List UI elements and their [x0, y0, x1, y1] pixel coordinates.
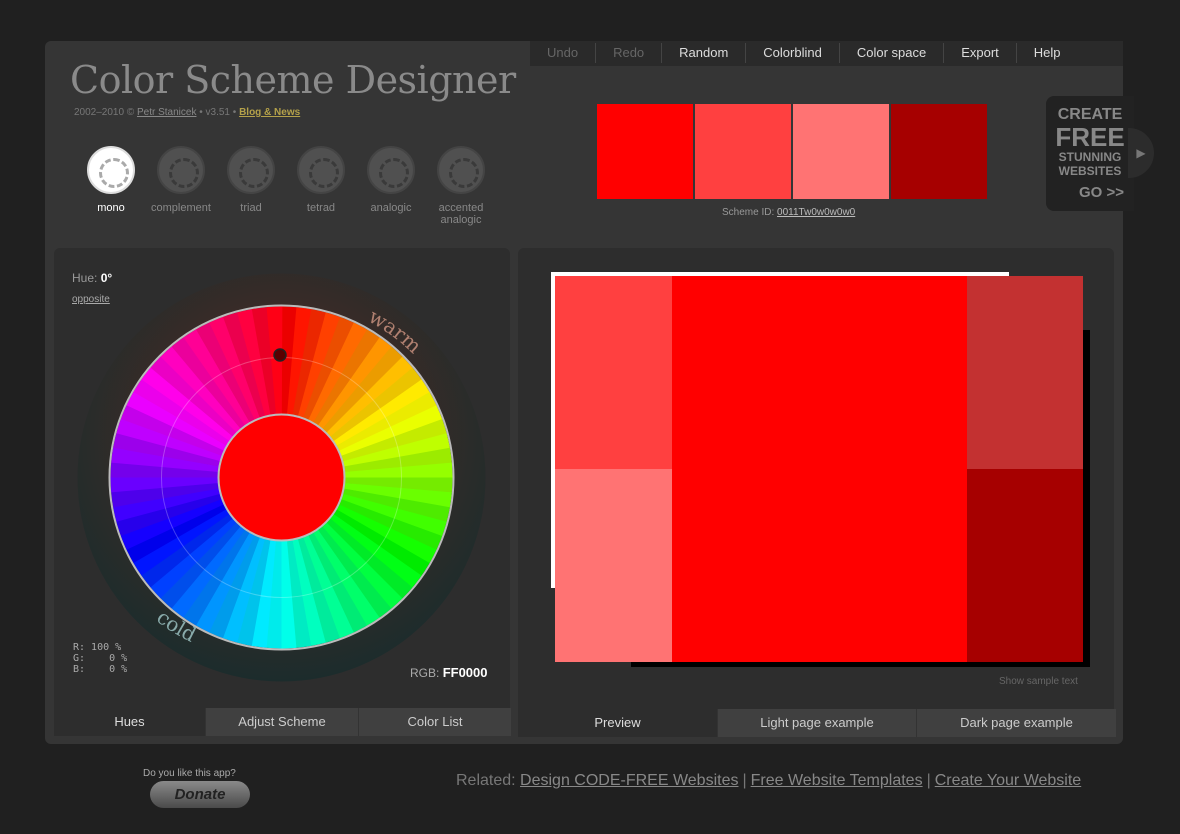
version: • v3.51 •: [199, 107, 237, 118]
preview-primary-block: [672, 276, 967, 662]
scheme-label: triad: [240, 202, 262, 214]
mono-icon: [87, 146, 135, 194]
analogic-icon: [367, 146, 415, 194]
selected-hue-disc: [217, 413, 346, 542]
related-link-design[interactable]: Design CODE-FREE Websites: [520, 772, 738, 789]
ad-go: GO >>: [1078, 184, 1124, 201]
tab-hues[interactable]: Hues: [54, 708, 206, 736]
tab-dark-page-example[interactable]: Dark page example: [917, 709, 1116, 737]
scheme-swatches: [597, 104, 987, 199]
scheme-id-link[interactable]: 0011Tw0w0w0w0: [777, 207, 855, 218]
tab-color-list[interactable]: Color List: [359, 708, 511, 736]
rgb-g: G: 0 %: [73, 653, 128, 664]
donate-question: Do you like this app?: [143, 768, 236, 779]
tab-adjust-scheme[interactable]: Adjust Scheme: [206, 708, 359, 736]
swatch-lighter[interactable]: [793, 104, 889, 199]
menu-color-space[interactable]: Color space: [840, 43, 945, 63]
scheme-type-selector: mono complement triad tetrad analogic ac…: [76, 146, 496, 226]
blog-link[interactable]: Blog & News: [239, 107, 300, 118]
scheme-label: tetrad: [306, 202, 336, 214]
scheme-complement[interactable]: complement: [146, 146, 216, 226]
show-sample-text-link[interactable]: Show sample text: [999, 676, 1078, 687]
scheme-id: Scheme ID: 0011Tw0w0w0w0: [722, 207, 855, 218]
tab-light-page-example[interactable]: Light page example: [718, 709, 917, 737]
scheme-label: accented analogic: [438, 202, 484, 226]
preview-mid-dark-block: [967, 276, 1083, 469]
scheme-label: complement: [151, 202, 211, 214]
author-link[interactable]: Petr Stanicek: [137, 107, 196, 118]
related-link-create[interactable]: Create Your Website: [935, 772, 1081, 789]
related-label: Related:: [456, 772, 516, 789]
scheme-label: mono: [97, 202, 125, 214]
rgb-b: B: 0 %: [73, 664, 128, 675]
preview-dark-block: [967, 469, 1083, 662]
related-link-templates[interactable]: Free Website Templates: [751, 772, 923, 789]
menu-export[interactable]: Export: [944, 43, 1017, 63]
right-tabs: Preview Light page example Dark page exa…: [518, 709, 1116, 737]
preview-light-block: [555, 276, 672, 469]
left-tabs: Hues Adjust Scheme Color List: [54, 708, 511, 736]
swatch-light[interactable]: [695, 104, 791, 199]
separator: |: [742, 772, 747, 789]
scheme-analogic[interactable]: analogic: [356, 146, 426, 226]
menu-help[interactable]: Help: [1017, 43, 1078, 63]
menu-undo[interactable]: Undo: [530, 43, 597, 63]
preview-lighter-block: [555, 469, 672, 662]
chevron-right-icon[interactable]: ▶: [1128, 128, 1154, 178]
rgb-r: R: 100 %: [73, 642, 122, 653]
rgb-hex-readout: RGB: FF0000: [410, 665, 488, 680]
menubar: Undo Redo Random Colorblind Color space …: [530, 41, 1123, 66]
rgb-hex-value: FF0000: [442, 665, 488, 680]
scheme-tetrad[interactable]: tetrad: [286, 146, 356, 226]
separator: |: [926, 772, 931, 789]
complement-icon: [157, 146, 205, 194]
rgb-percentages: R: 100 % G: 0 % B: 0 %: [73, 642, 127, 675]
donate-button[interactable]: Donate: [150, 781, 250, 808]
scheme-triad[interactable]: triad: [216, 146, 286, 226]
accented-analogic-icon: [437, 146, 485, 194]
swatch-primary[interactable]: [597, 104, 693, 199]
menu-random[interactable]: Random: [662, 43, 747, 63]
ad-line: WEBSITES: [1058, 164, 1122, 178]
credits-prefix: 2002–2010 ©: [74, 107, 135, 118]
scheme-accented-analogic[interactable]: accented analogic: [426, 146, 496, 226]
triad-icon: [227, 146, 275, 194]
menu-colorblind[interactable]: Colorblind: [746, 43, 840, 63]
scheme-id-label: Scheme ID:: [722, 207, 775, 218]
rgb-hex-label: RGB:: [410, 666, 440, 680]
hue-picker-handle[interactable]: [273, 348, 287, 362]
scheme-label: analogic: [370, 202, 412, 214]
menu-redo[interactable]: Redo: [596, 43, 663, 63]
app-title: Color Scheme Designer: [70, 58, 516, 102]
ad-line: STUNNING: [1058, 150, 1122, 164]
create-websites-ad[interactable]: CREATE FREE STUNNING WEBSITES GO >>: [1046, 96, 1134, 211]
credits: 2002–2010 © Petr Stanicek • v3.51 • Blog…: [74, 107, 300, 118]
related-links: Related: Design CODE-FREE Websites | Free …: [456, 772, 1081, 790]
tetrad-icon: [297, 146, 345, 194]
swatch-dark[interactable]: [891, 104, 987, 199]
scheme-mono[interactable]: mono: [76, 146, 146, 226]
tab-preview[interactable]: Preview: [518, 709, 718, 737]
ad-line: FREE: [1055, 122, 1125, 152]
color-wheel[interactable]: warm cold: [77, 273, 486, 682]
